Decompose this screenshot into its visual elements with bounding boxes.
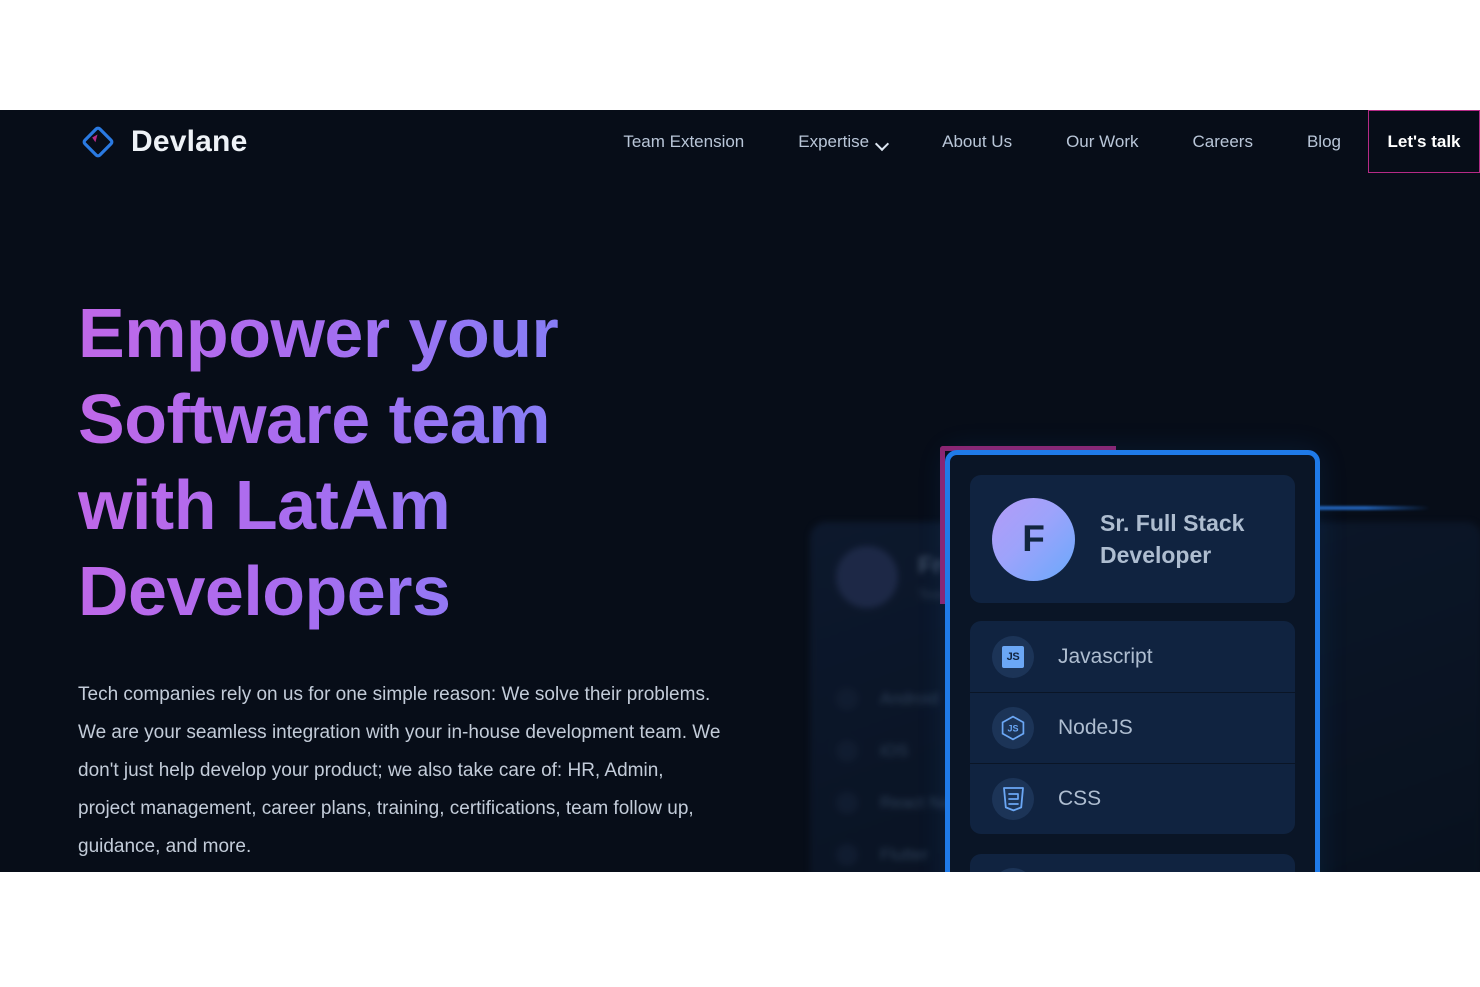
profile-header: F Sr. Full Stack Developer bbox=[970, 475, 1295, 603]
developer-profile-card: F Sr. Full Stack Developer JS Javascript bbox=[945, 450, 1320, 872]
skill-row-css[interactable]: CSS bbox=[970, 763, 1295, 834]
check-icon bbox=[992, 867, 1034, 872]
top-white-band bbox=[0, 0, 1480, 110]
skill-row-nodejs[interactable]: JS NodeJS bbox=[970, 692, 1295, 763]
chevron-down-icon bbox=[877, 139, 888, 146]
skill-row-javascript[interactable]: JS Javascript bbox=[970, 621, 1295, 692]
javascript-icon: JS bbox=[992, 635, 1034, 678]
site-header: Devlane Team Extension Expertise About U… bbox=[0, 110, 1480, 173]
nav-label: Blog bbox=[1306, 131, 1341, 151]
lets-talk-button[interactable]: Let's talk bbox=[1368, 110, 1480, 173]
showcase-stage: Frontend Team Android iOS React Native bbox=[800, 410, 1480, 872]
extend-team-button[interactable]: Extend Team bbox=[970, 854, 1295, 872]
list-item-label: iOS bbox=[880, 741, 909, 760]
apple-icon bbox=[836, 740, 858, 762]
main-nav: Team Extension Expertise About Us Our Wo… bbox=[596, 110, 1480, 173]
skills-list: JS Javascript JS NodeJS CSS bbox=[970, 621, 1295, 834]
flutter-icon bbox=[836, 844, 858, 866]
nav-item-careers[interactable]: Careers bbox=[1166, 110, 1280, 173]
nav-item-expertise[interactable]: Expertise bbox=[771, 110, 915, 173]
react-icon bbox=[836, 792, 858, 814]
bottom-white-band bbox=[0, 872, 1480, 987]
skill-label: Javascript bbox=[1058, 644, 1153, 668]
nav-label: About Us bbox=[942, 131, 1013, 151]
list-item-label: Flutter bbox=[880, 845, 929, 864]
nav-label: Expertise bbox=[798, 131, 870, 151]
brand-name: Devlane bbox=[131, 124, 248, 158]
nav-item-about-us[interactable]: About Us bbox=[915, 110, 1039, 173]
hero-description: Tech companies rely on us for one simple… bbox=[78, 684, 721, 857]
android-icon bbox=[836, 688, 858, 710]
lets-talk-label: Let's talk bbox=[1387, 131, 1461, 151]
avatar: F bbox=[992, 497, 1075, 581]
brand-logo-link[interactable]: Devlane bbox=[78, 122, 247, 162]
browser-viewport: Devlane Team Extension Expertise About U… bbox=[0, 0, 1480, 987]
nav-label: Our Work bbox=[1066, 131, 1139, 151]
nav-item-our-work[interactable]: Our Work bbox=[1039, 110, 1165, 173]
devlane-diamond-logo-icon bbox=[78, 122, 118, 162]
svg-text:JS: JS bbox=[1007, 724, 1018, 734]
nav-item-blog[interactable]: Blog bbox=[1280, 110, 1368, 173]
hero-copy: Empower your Software team with LatAm De… bbox=[78, 290, 738, 866]
nav-item-team-extension[interactable]: Team Extension bbox=[596, 110, 771, 173]
skill-label: CSS bbox=[1058, 787, 1102, 810]
profile-role-title: Sr. Full Stack Developer bbox=[1100, 510, 1245, 568]
css-icon bbox=[992, 778, 1034, 820]
hero-section: Devlane Team Extension Expertise About U… bbox=[0, 110, 1480, 872]
page-title: Empower your Software team with LatAm De… bbox=[78, 290, 738, 634]
nav-label: Team Extension bbox=[623, 131, 745, 151]
avatar bbox=[836, 546, 898, 608]
nodejs-icon: JS bbox=[992, 707, 1034, 749]
nav-label: Careers bbox=[1192, 131, 1253, 151]
skill-label: NodeJS bbox=[1058, 716, 1133, 739]
list-item-label: Android bbox=[880, 689, 939, 708]
